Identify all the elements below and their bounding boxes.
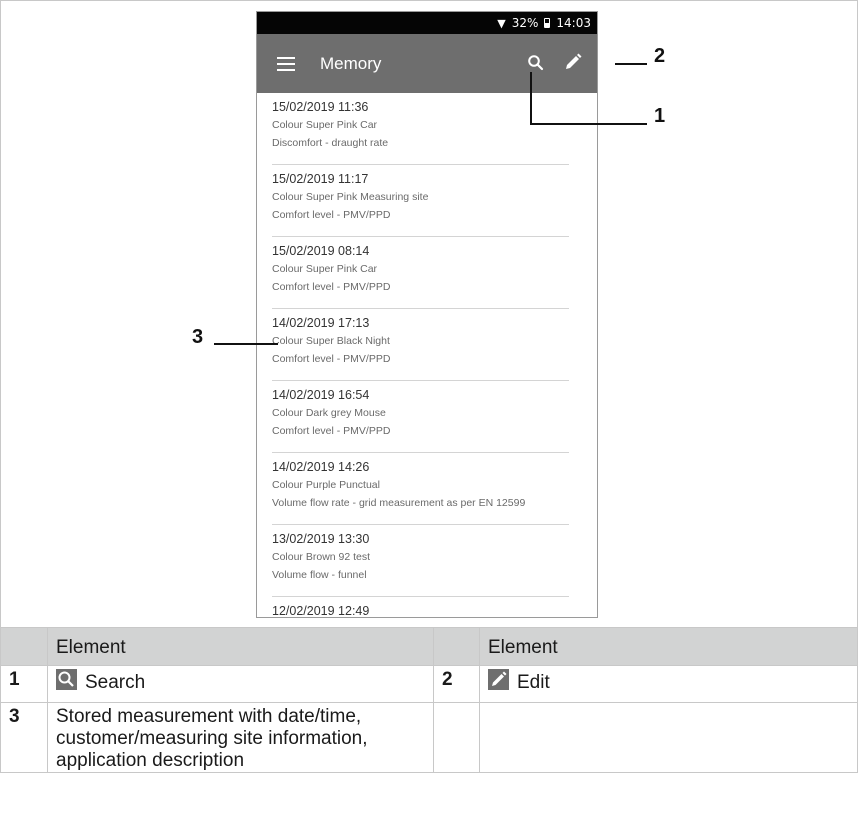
app-bar: Memory — [257, 34, 597, 93]
list-item[interactable]: 14/02/2019 17:13 Colour Super Black Nigh… — [272, 309, 569, 381]
measurement-list: 15/02/2019 11:36 Colour Super Pink Car D… — [257, 93, 597, 618]
item-datetime: 15/02/2019 08:14 — [272, 244, 370, 258]
table-row: 1 Search 2 Edit — [0, 665, 858, 703]
edit-icon — [488, 669, 509, 690]
item-customer: Colour Super Pink Car — [272, 263, 378, 275]
row-label: Edit — [517, 672, 550, 693]
callout-line-1 — [530, 72, 532, 124]
battery-icon — [544, 18, 551, 28]
item-customer: Colour Dark grey Mouse — [272, 407, 386, 419]
divider — [0, 0, 1, 627]
phone-screen: ▼ 32% 14:03 Memory 15/02/2019 11:36 Colo… — [256, 11, 598, 618]
item-datetime: 14/02/2019 14:26 — [272, 460, 370, 474]
item-application: Discomfort - draught rate — [272, 137, 389, 149]
callout-2: 2 — [654, 45, 666, 67]
item-application: Volume flow - funnel — [272, 569, 367, 581]
list-item[interactable]: 14/02/2019 14:26 Colour Purple Punctual … — [272, 453, 569, 525]
legend-table: Element Element 1 Search 2 Edit 3 Stored… — [0, 627, 858, 773]
item-application: Comfort level - PMV/PPD — [272, 209, 391, 221]
item-customer: Colour Super Black Night — [272, 335, 390, 347]
item-customer: Colour Super Pink Car — [272, 119, 378, 131]
row-number: 2 — [433, 665, 480, 703]
item-customer: Colour Brown 92 test — [272, 551, 371, 563]
callout-3: 3 — [192, 326, 204, 348]
list-item[interactable]: 12/02/2019 12:49 — [272, 597, 569, 618]
status-bar: ▼ 32% 14:03 — [257, 12, 597, 34]
callout-line-3 — [214, 343, 278, 345]
item-datetime: 13/02/2019 13:30 — [272, 532, 370, 546]
callout-line-1 — [530, 123, 647, 125]
item-application: Comfort level - PMV/PPD — [272, 353, 391, 365]
battery-percent: 32% — [511, 16, 539, 30]
table-row: 3 Stored measurement with date/time, cus… — [0, 702, 858, 773]
table-header-row: Element Element — [0, 627, 858, 666]
header-element: Element — [47, 627, 434, 666]
item-datetime: 15/02/2019 11:36 — [272, 100, 369, 114]
header-element: Element — [479, 627, 858, 666]
callout-line-2 — [615, 63, 647, 65]
search-icon[interactable] — [527, 54, 545, 72]
item-datetime: 14/02/2019 16:54 — [272, 388, 370, 402]
page-title: Memory — [320, 53, 382, 73]
callout-1: 1 — [654, 105, 666, 127]
row-label: Search — [85, 672, 146, 693]
divider — [0, 0, 858, 1]
clock: 14:03 — [556, 16, 591, 30]
item-application: Comfort level - PMV/PPD — [272, 425, 391, 437]
edit-icon[interactable] — [563, 52, 583, 72]
item-datetime: 12/02/2019 12:49 — [272, 604, 370, 618]
list-item[interactable]: 15/02/2019 11:17 Colour Super Pink Measu… — [272, 165, 569, 237]
wifi-icon: ▼ — [497, 16, 506, 30]
menu-icon[interactable] — [277, 56, 295, 71]
row-number: 3 — [0, 702, 48, 773]
item-datetime: 15/02/2019 11:17 — [272, 172, 369, 186]
list-item[interactable]: 15/02/2019 08:14 Colour Super Pink Car C… — [272, 237, 569, 309]
row-number: 1 — [0, 665, 48, 703]
item-customer: Colour Purple Punctual — [272, 479, 380, 491]
row-description: Stored measurement with date/time, custo… — [47, 702, 434, 773]
list-item[interactable]: 15/02/2019 11:36 Colour Super Pink Car D… — [272, 93, 569, 165]
list-item[interactable]: 14/02/2019 16:54 Colour Dark grey Mouse … — [272, 381, 569, 453]
item-application: Comfort level - PMV/PPD — [272, 281, 391, 293]
search-icon — [56, 669, 77, 690]
item-application: Volume flow rate - grid measurement as p… — [272, 497, 526, 509]
item-datetime: 14/02/2019 17:13 — [272, 316, 370, 330]
list-item[interactable]: 13/02/2019 13:30 Colour Brown 92 test Vo… — [272, 525, 569, 597]
item-customer: Colour Super Pink Measuring site — [272, 191, 429, 203]
